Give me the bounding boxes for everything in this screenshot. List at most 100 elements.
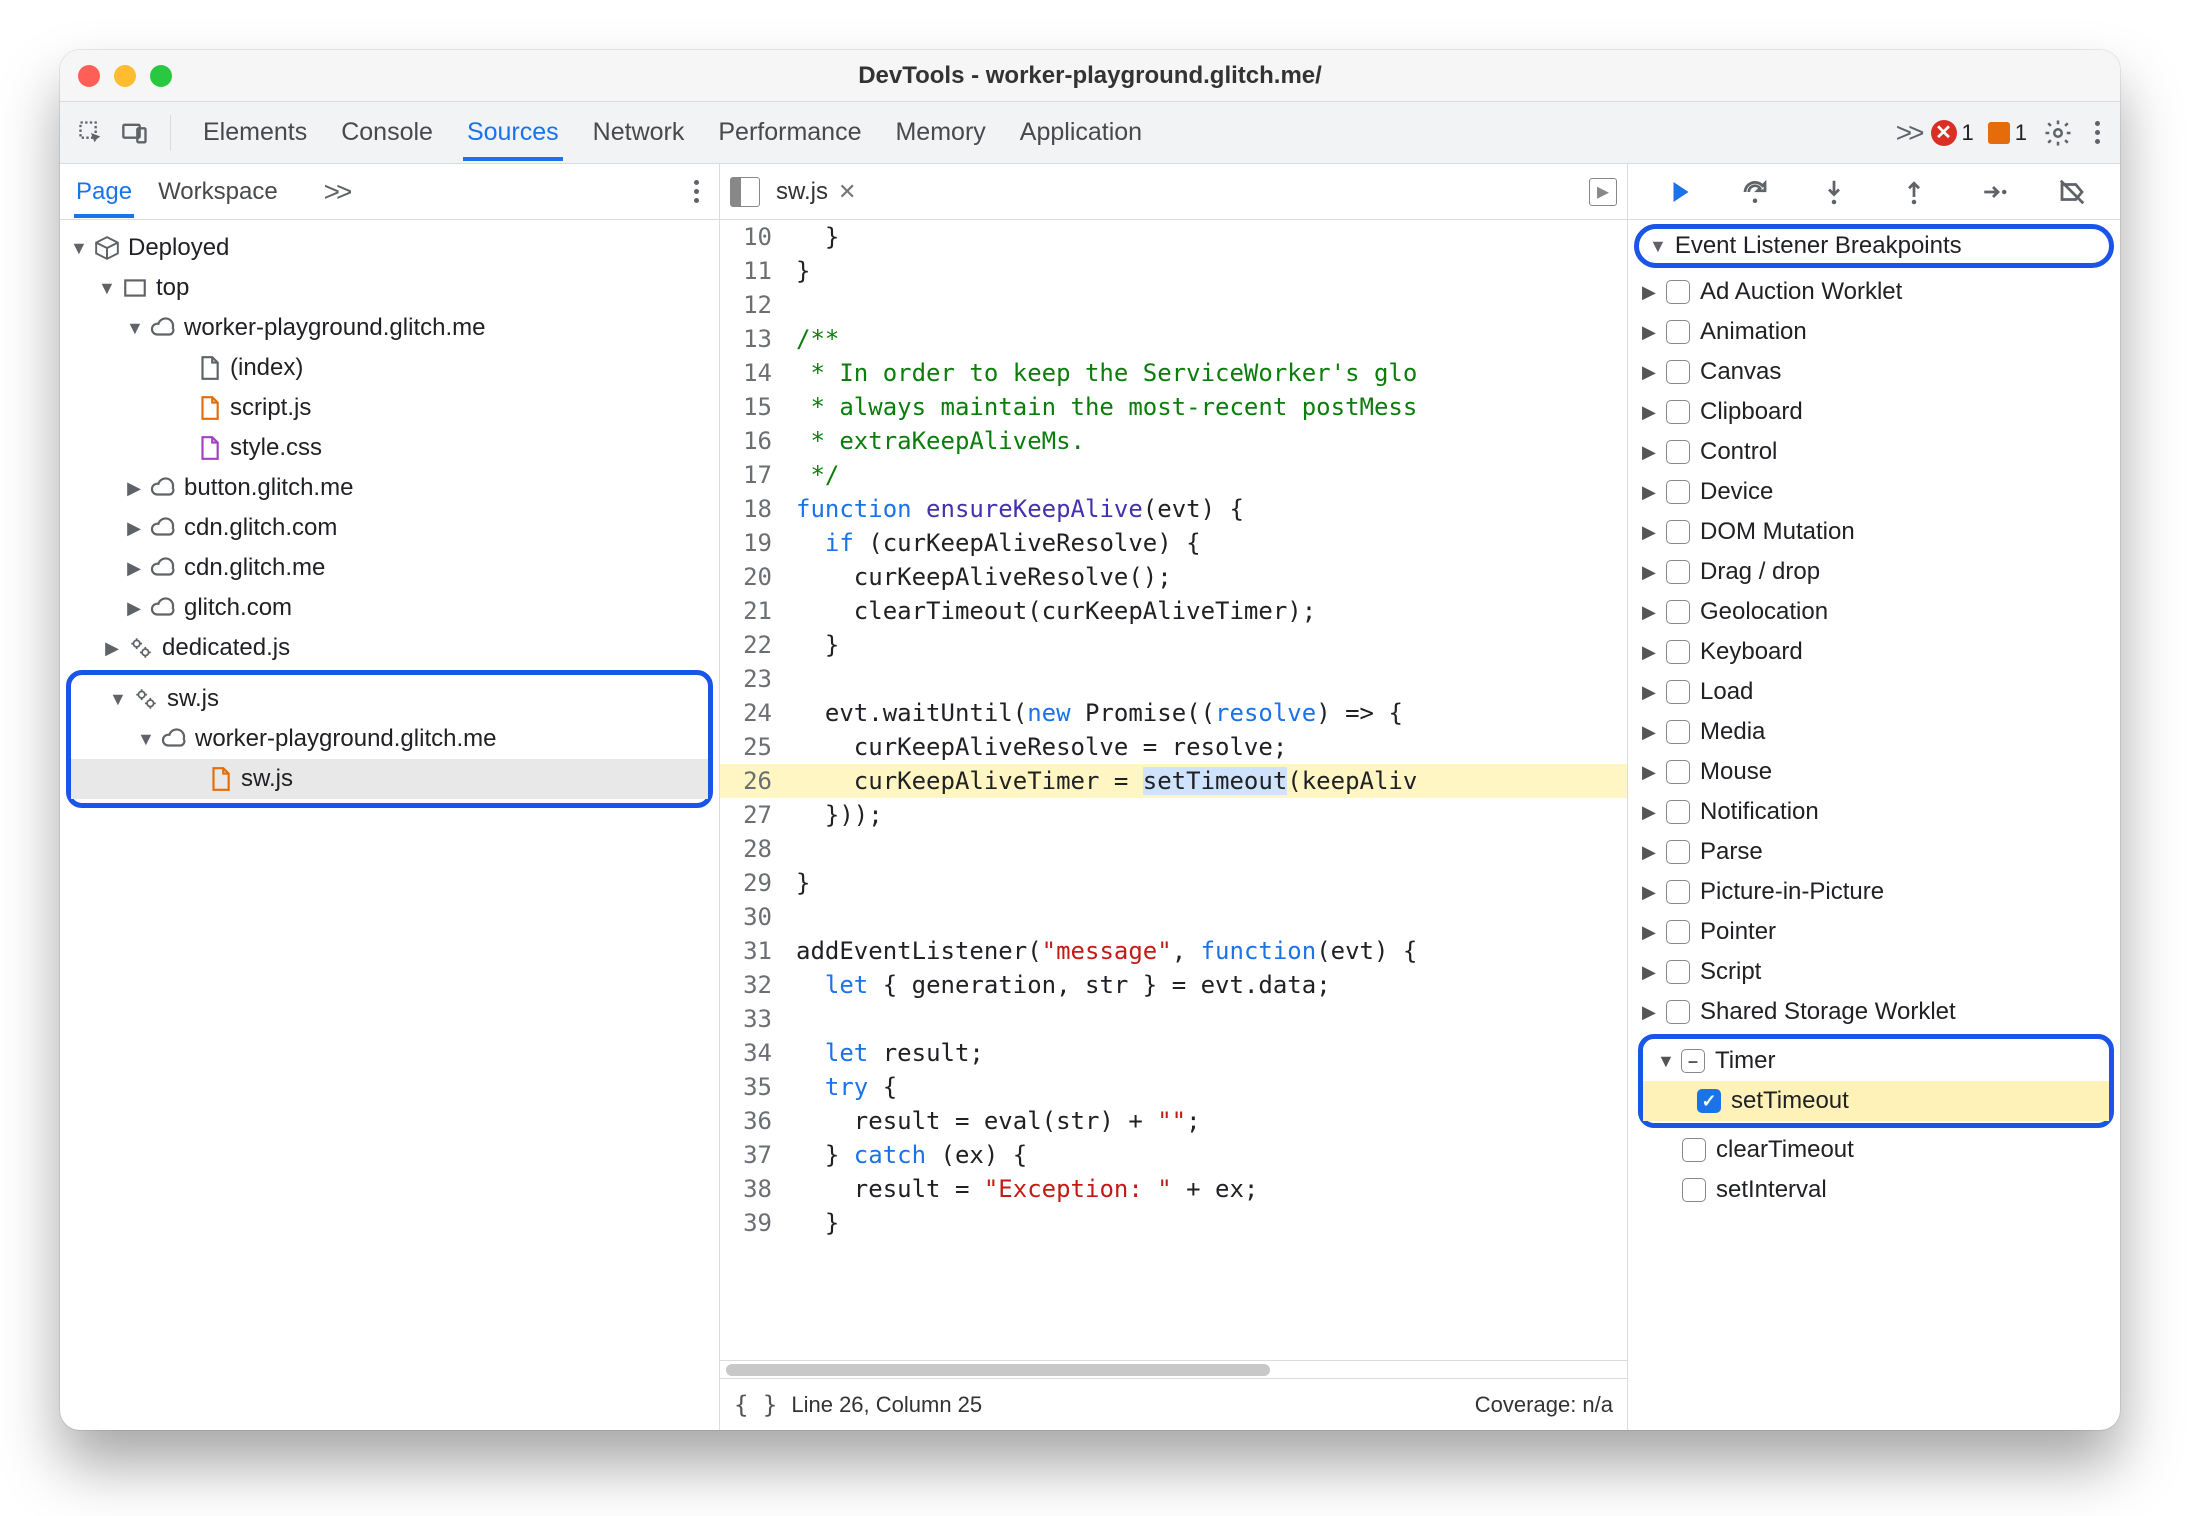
tree-dedicated-worker[interactable]: dedicated.js [60, 628, 719, 668]
checkbox[interactable] [1666, 960, 1690, 984]
device-toolbar-icon[interactable] [118, 116, 152, 150]
checkbox[interactable] [1666, 760, 1690, 784]
navigator-more-icon[interactable] [688, 180, 705, 203]
category-device[interactable]: ▶Device [1628, 472, 2120, 512]
checkbox-setinterval[interactable] [1682, 1178, 1706, 1202]
category-clipboard[interactable]: ▶Clipboard [1628, 392, 2120, 432]
error-badge[interactable]: ✕ 1 [1931, 120, 1974, 146]
toggle-navigator-icon[interactable] [730, 177, 760, 207]
category-parse[interactable]: ▶Parse [1628, 832, 2120, 872]
category-animation[interactable]: ▶Animation [1628, 312, 2120, 352]
step-into-button[interactable] [1816, 174, 1852, 210]
tree-root-deployed[interactable]: Deployed [60, 228, 719, 268]
tree-origin[interactable]: worker-playground.glitch.me [60, 308, 719, 348]
category-dom-mutation[interactable]: ▶DOM Mutation [1628, 512, 2120, 552]
tree-file[interactable]: script.js [60, 388, 719, 428]
toggle-debugger-icon[interactable]: ▸ [1589, 178, 1617, 206]
tree-origin[interactable]: glitch.com [60, 588, 719, 628]
file-icon [196, 355, 222, 381]
checkbox[interactable] [1666, 600, 1690, 624]
step-over-button[interactable] [1737, 174, 1773, 210]
checkbox[interactable] [1666, 400, 1690, 424]
checkbox[interactable] [1666, 440, 1690, 464]
category-control[interactable]: ▶Control [1628, 432, 2120, 472]
checkbox[interactable] [1666, 520, 1690, 544]
gears-icon [133, 686, 159, 712]
coverage-status: Coverage: n/a [1475, 1392, 1613, 1418]
pretty-print-icon[interactable]: { } [734, 1391, 777, 1419]
category-geolocation[interactable]: ▶Geolocation [1628, 592, 2120, 632]
category-drag-drop[interactable]: ▶Drag / drop [1628, 552, 2120, 592]
tree-file[interactable]: style.css [60, 428, 719, 468]
breakpoint-setinterval[interactable]: setInterval [1628, 1170, 2120, 1210]
tabs-overflow-icon[interactable]: >> [1896, 117, 1921, 149]
section-header-event-listener-breakpoints[interactable]: Event Listener Breakpoints [1634, 224, 2114, 268]
checkbox[interactable] [1666, 680, 1690, 704]
category-timer[interactable]: ▼ Timer [1643, 1041, 2109, 1081]
checkbox[interactable] [1666, 800, 1690, 824]
horizontal-scrollbar[interactable] [720, 1360, 1627, 1378]
checkbox[interactable] [1666, 1000, 1690, 1024]
step-out-button[interactable] [1896, 174, 1932, 210]
tree-file[interactable]: (index) [60, 348, 719, 388]
category-notification[interactable]: ▶Notification [1628, 792, 2120, 832]
checkbox[interactable] [1666, 720, 1690, 744]
checkbox[interactable] [1666, 840, 1690, 864]
tab-memory[interactable]: Memory [891, 104, 989, 161]
tab-network[interactable]: Network [589, 104, 689, 161]
navigator-tab-page[interactable]: Page [74, 165, 134, 218]
checkbox[interactable] [1666, 360, 1690, 384]
breakpoint-cleartimeout[interactable]: clearTimeout [1628, 1130, 2120, 1170]
service-worker-callout: sw.js worker-playground.glitch.me sw.js [66, 670, 713, 808]
close-tab-icon[interactable]: ✕ [838, 179, 856, 205]
checkbox-settimeout[interactable] [1697, 1089, 1721, 1113]
tab-performance[interactable]: Performance [714, 104, 865, 161]
tree-sw-origin[interactable]: worker-playground.glitch.me [71, 719, 708, 759]
category-mouse[interactable]: ▶Mouse [1628, 752, 2120, 792]
inspect-element-icon[interactable] [74, 116, 108, 150]
cursor-position: Line 26, Column 25 [791, 1392, 982, 1418]
category-media[interactable]: ▶Media [1628, 712, 2120, 752]
code-editor[interactable]: 10 }11}1213/**14 * In order to keep the … [720, 220, 1627, 1360]
settings-icon[interactable] [2041, 116, 2075, 150]
deactivate-breakpoints-button[interactable] [2054, 174, 2090, 210]
checkbox[interactable] [1666, 480, 1690, 504]
tab-elements[interactable]: Elements [199, 104, 311, 161]
breakpoint-settimeout[interactable]: setTimeout [1643, 1081, 2109, 1121]
tree-frame-top[interactable]: top [60, 268, 719, 308]
checkbox[interactable] [1666, 280, 1690, 304]
category-shared-storage-worklet[interactable]: ▶Shared Storage Worklet [1628, 992, 2120, 1032]
tree-origin[interactable]: cdn.glitch.me [60, 548, 719, 588]
tree-sw-file[interactable]: sw.js [71, 759, 708, 799]
tab-sources[interactable]: Sources [463, 104, 563, 161]
navigator-overflow-icon[interactable]: >> [324, 176, 349, 208]
tree-origin[interactable]: button.glitch.me [60, 468, 719, 508]
tree-origin[interactable]: cdn.glitch.com [60, 508, 719, 548]
step-button[interactable] [1975, 174, 2011, 210]
checkbox-cleartimeout[interactable] [1682, 1138, 1706, 1162]
tab-application[interactable]: Application [1016, 104, 1146, 161]
checkbox[interactable] [1666, 320, 1690, 344]
titlebar: DevTools - worker-playground.glitch.me/ [60, 50, 2120, 102]
category-canvas[interactable]: ▶Canvas [1628, 352, 2120, 392]
file-tree[interactable]: Deployed top worker-playground.glitch.me… [60, 220, 719, 1430]
category-pointer[interactable]: ▶Pointer [1628, 912, 2120, 952]
category-script[interactable]: ▶Script [1628, 952, 2120, 992]
category-ad-auction-worklet[interactable]: ▶Ad Auction Worklet [1628, 272, 2120, 312]
resume-button[interactable] [1658, 174, 1694, 210]
navigator-tabs: Page Workspace >> [60, 164, 719, 220]
tree-sw-root[interactable]: sw.js [71, 679, 708, 719]
editor-tab[interactable]: sw.js [776, 178, 828, 206]
checkbox[interactable] [1666, 560, 1690, 584]
category-keyboard[interactable]: ▶Keyboard [1628, 632, 2120, 672]
checkbox-timer[interactable] [1681, 1049, 1705, 1073]
warning-badge[interactable]: 1 [1988, 120, 2027, 146]
navigator-tab-workspace[interactable]: Workspace [156, 165, 280, 218]
checkbox[interactable] [1666, 640, 1690, 664]
tab-console[interactable]: Console [337, 104, 437, 161]
checkbox[interactable] [1666, 880, 1690, 904]
checkbox[interactable] [1666, 920, 1690, 944]
more-menu-icon[interactable] [2089, 121, 2106, 144]
category-picture-in-picture[interactable]: ▶Picture-in-Picture [1628, 872, 2120, 912]
category-load[interactable]: ▶Load [1628, 672, 2120, 712]
